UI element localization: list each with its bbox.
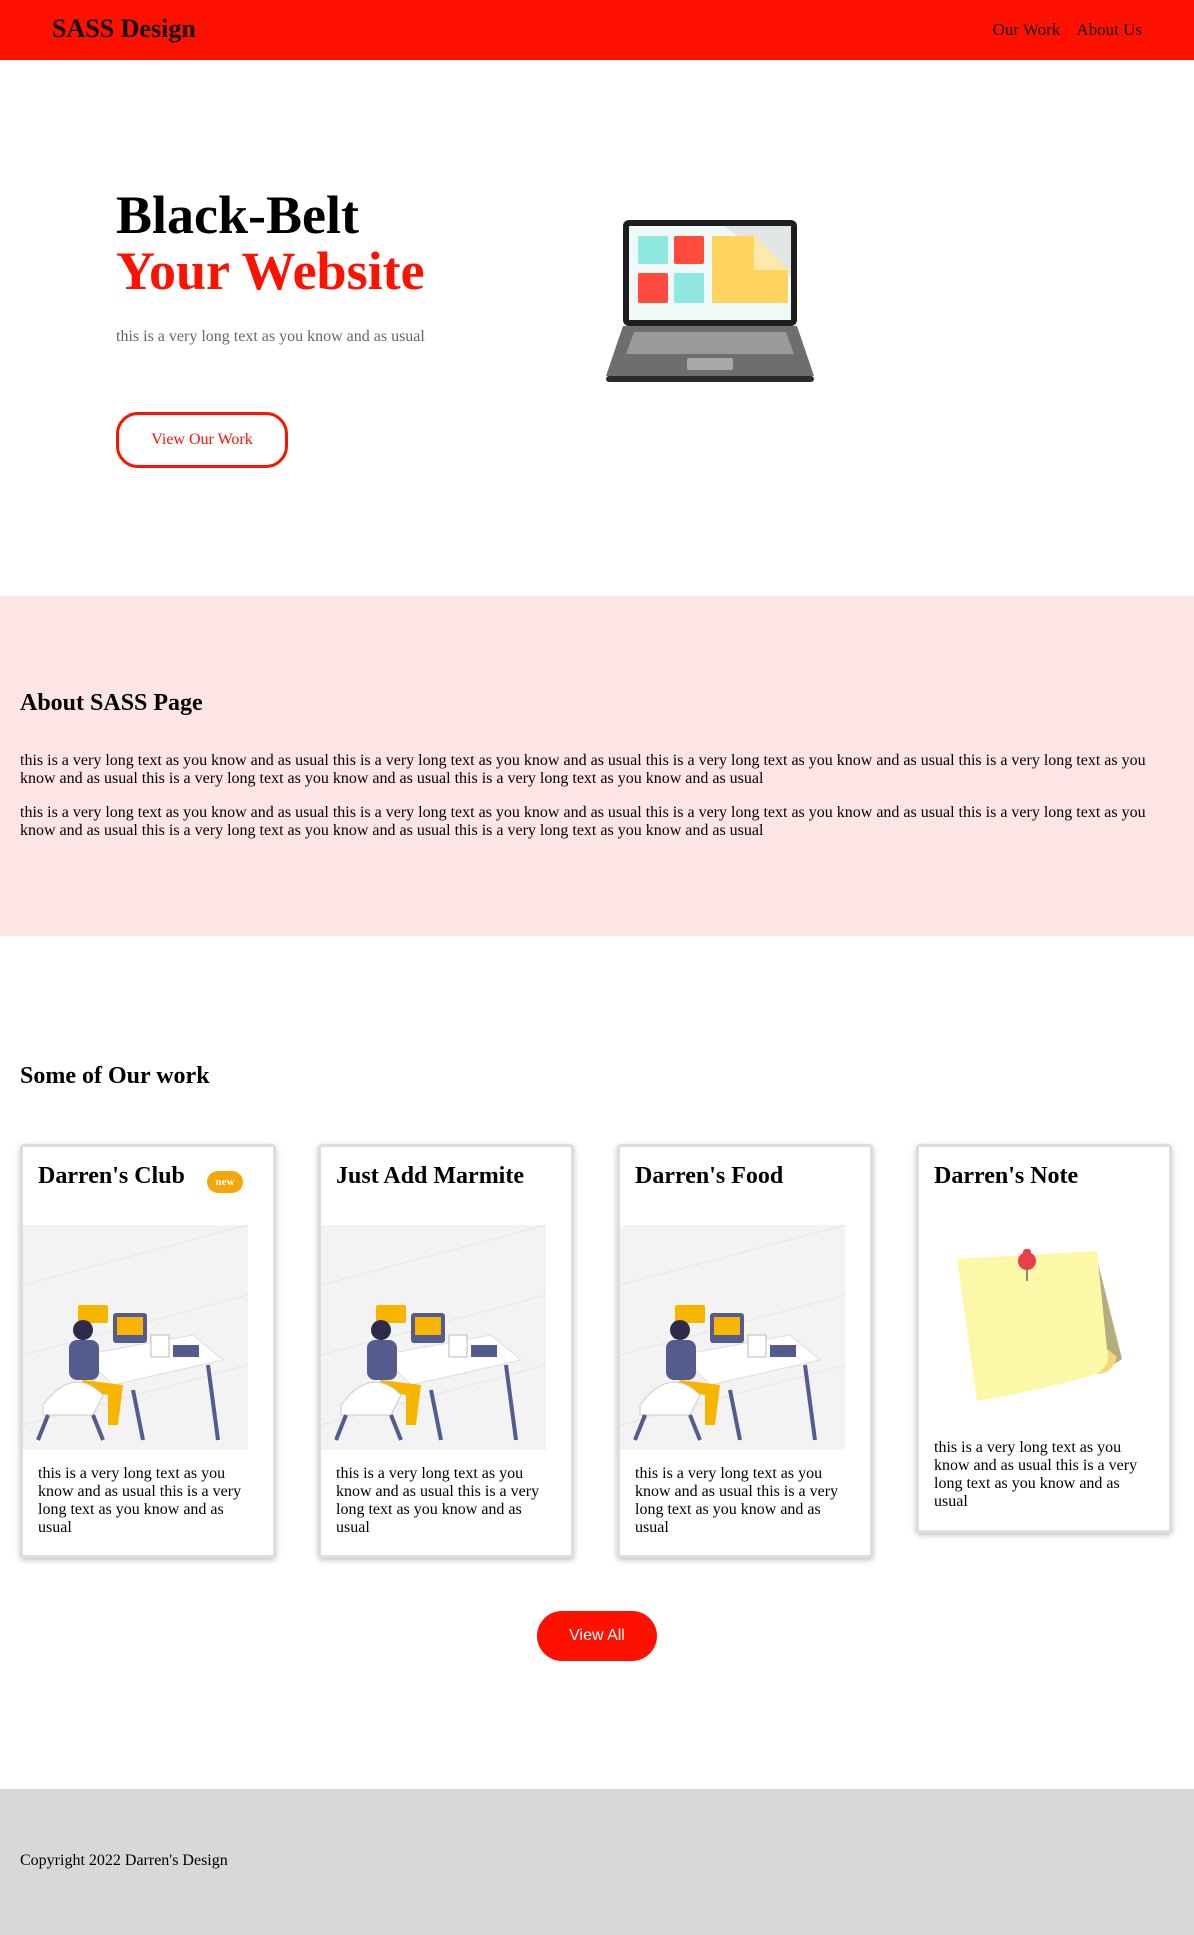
card-description: this is a very long text as you know and…	[38, 1465, 242, 1536]
about-paragraph: this is a very long text as you know and…	[20, 752, 1146, 787]
work-card-darrens-note[interactable]: Darren's Note this is a very long text a…	[916, 1144, 1172, 1533]
card-title: Darren's Club	[38, 1163, 185, 1189]
footer: Copyright 2022 Darren's Design	[0, 1789, 1194, 1935]
hero-title-line1: Black-Belt	[116, 185, 359, 245]
developer-illustration-icon	[23, 1225, 248, 1450]
work-section-title: Some of Our work	[20, 1063, 210, 1089]
work-card-darrens-food[interactable]: Darren's Food this is a very long text a…	[617, 1144, 873, 1558]
card-description: this is a very long text as you know and…	[635, 1465, 839, 1536]
top-navbar: SASS Design Our Work About Us	[0, 0, 1194, 60]
card-title: Darren's Food	[635, 1163, 784, 1189]
developer-illustration-icon	[620, 1225, 845, 1450]
about-paragraph: this is a very long text as you know and…	[20, 804, 1146, 839]
new-badge: new	[207, 1171, 243, 1193]
work-card-darrens-club[interactable]: Darren's Club new this is a very long te…	[20, 1144, 276, 1558]
card-title: Darren's Note	[934, 1163, 1079, 1189]
developer-illustration-icon	[321, 1225, 546, 1450]
nav-link-our-work[interactable]: Our Work	[993, 20, 1061, 40]
about-title: About SASS Page	[20, 690, 203, 716]
view-all-button[interactable]: View All	[537, 1611, 657, 1661]
copyright-text: Copyright 2022 Darren's Design	[20, 1852, 228, 1869]
brand-logo[interactable]: SASS Design	[52, 14, 196, 44]
sticky-note-icon	[957, 1249, 1122, 1401]
view-our-work-button[interactable]: View Our Work	[116, 412, 288, 468]
hero-section: Black-Belt Your Website this is a very l…	[0, 60, 1194, 596]
card-description: this is a very long text as you know and…	[336, 1465, 540, 1536]
card-description: this is a very long text as you know and…	[934, 1439, 1138, 1510]
nav-link-about-us[interactable]: About Us	[1076, 20, 1142, 40]
about-section: About SASS Page this is a very long text…	[0, 596, 1194, 936]
hero-title-line2: Your Website	[116, 241, 425, 301]
card-title: Just Add Marmite	[336, 1163, 524, 1189]
nav-links: Our Work About Us	[993, 20, 1142, 40]
work-card-just-add-marmite[interactable]: Just Add Marmite this is a very long tex…	[318, 1144, 574, 1558]
laptop-illustration	[606, 220, 814, 382]
hero-subtitle: this is a very long text as you know and…	[116, 328, 425, 345]
